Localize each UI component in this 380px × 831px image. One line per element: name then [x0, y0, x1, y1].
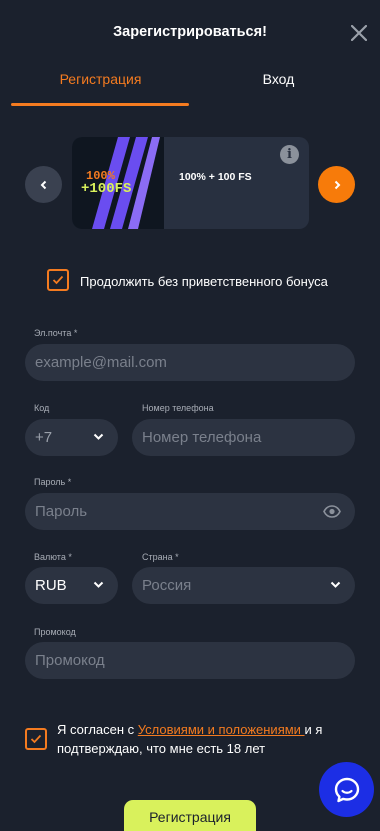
country-value: Россия [142, 577, 192, 594]
promo-placeholder: Промокод [35, 652, 105, 669]
tab-registration[interactable]: Регистрация [12, 71, 189, 87]
email-label: Эл.почта * [34, 328, 78, 338]
consent-checkbox[interactable] [25, 728, 47, 750]
active-tab-indicator [11, 103, 189, 106]
country-label: Страна * [142, 552, 179, 562]
code-select[interactable]: +7 [25, 419, 118, 456]
register-button[interactable]: Регистрация [124, 800, 256, 831]
email-placeholder: example@mail.com [35, 354, 167, 371]
chevron-left-icon [40, 180, 46, 189]
promo-label: Промокод [34, 627, 76, 637]
close-icon[interactable] [347, 21, 371, 45]
currency-select[interactable]: RUB [25, 567, 118, 604]
code-value: +7 [35, 429, 53, 446]
phone-placeholder: Номер телефона [142, 429, 262, 446]
password-label: Пароль * [34, 477, 72, 487]
bonus-title: 100% + 100 FS [179, 171, 252, 183]
eye-icon[interactable] [323, 505, 341, 518]
consent-text: Я согласен с Условиями и положениями и я… [57, 720, 357, 758]
bonus-image-fs: +100FS [81, 181, 132, 197]
chat-button[interactable] [319, 762, 374, 817]
currency-label: Валюта * [34, 552, 72, 562]
phone-label: Номер телефона [142, 403, 214, 413]
skip-bonus-checkbox[interactable] [47, 269, 69, 291]
chevron-down-icon [330, 581, 341, 588]
chevron-right-icon [334, 180, 340, 189]
skip-bonus-label: Продолжить без приветственного бонуса [80, 274, 328, 289]
check-icon [52, 275, 64, 285]
chevron-down-icon [93, 433, 104, 440]
password-placeholder: Пароль [35, 503, 88, 520]
country-select[interactable]: Россия [132, 567, 355, 604]
terms-link[interactable]: Условиями и положениями [138, 722, 305, 737]
info-icon[interactable]: i [280, 145, 299, 164]
promo-field[interactable]: Промокод [25, 642, 355, 679]
carousel-prev-button[interactable] [25, 166, 62, 203]
phone-field[interactable]: Номер телефона [132, 419, 355, 456]
carousel-next-button[interactable] [318, 166, 355, 203]
bonus-image: 100% +100FS [72, 137, 164, 229]
bonus-card[interactable]: 100% +100FS 100% + 100 FS i [72, 137, 309, 229]
email-field[interactable]: example@mail.com [25, 344, 355, 381]
chat-bubble-icon [334, 777, 359, 802]
currency-value: RUB [35, 577, 67, 594]
code-label: Код [34, 403, 50, 413]
tab-login[interactable]: Вход [190, 71, 367, 87]
password-field[interactable]: Пароль [25, 493, 355, 530]
chevron-down-icon [93, 581, 104, 588]
consent-prefix: Я согласен с [57, 722, 138, 737]
page-title: Зарегистрироваться! [113, 24, 267, 40]
check-icon [30, 734, 42, 744]
